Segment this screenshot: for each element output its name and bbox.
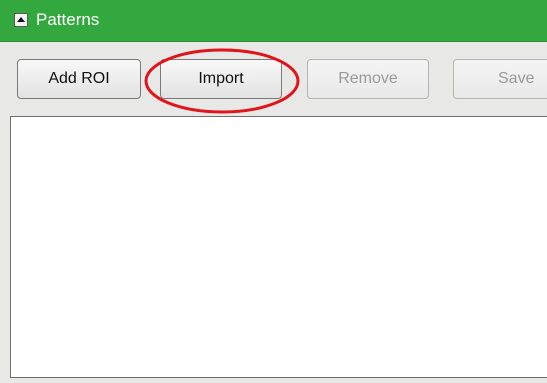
- triangle-up-icon: [17, 17, 25, 22]
- patterns-list[interactable]: [10, 116, 547, 378]
- save-button[interactable]: Save: [453, 59, 547, 99]
- panel-title: Patterns: [36, 10, 100, 29]
- collapse-button[interactable]: [14, 13, 28, 27]
- patterns-panel: Patterns Add ROI Import Remove Save: [0, 0, 547, 383]
- import-button[interactable]: Import: [160, 59, 282, 99]
- remove-button[interactable]: Remove: [307, 59, 429, 99]
- toolbar: Add ROI Import Remove Save: [0, 42, 547, 116]
- patterns-header[interactable]: Patterns: [0, 0, 547, 42]
- add-roi-button[interactable]: Add ROI: [17, 59, 141, 99]
